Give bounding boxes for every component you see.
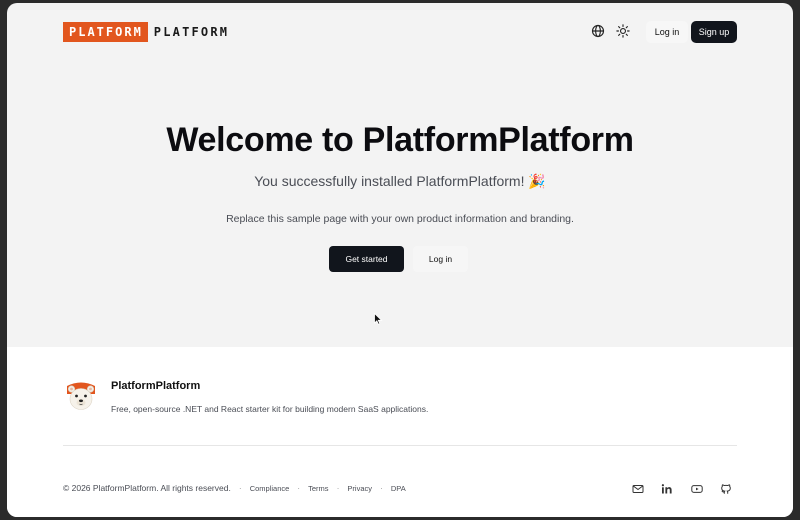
- footer-brand-name: PlatformPlatform: [111, 380, 201, 392]
- github-icon[interactable]: [720, 483, 732, 495]
- polar-bear-logo-icon: [65, 380, 97, 412]
- hero-login-button[interactable]: Log in: [413, 246, 468, 272]
- separator-dot: ·: [336, 483, 340, 493]
- brand-logo[interactable]: PLATFORM PLATFORM: [63, 22, 229, 42]
- linkedin-icon[interactable]: [661, 483, 673, 495]
- get-started-button[interactable]: Get started: [329, 246, 404, 272]
- browser-window: PLATFORM PLATFORM Log in Sign up Welcome…: [7, 3, 793, 517]
- site-footer: PlatformPlatform Free, open-source .NET …: [7, 347, 793, 517]
- youtube-icon[interactable]: [691, 483, 703, 495]
- header-login-button[interactable]: Log in: [646, 21, 688, 43]
- header-signup-button[interactable]: Sign up: [691, 21, 737, 43]
- footer-link-compliance[interactable]: Compliance: [250, 484, 290, 493]
- top-nav: PLATFORM PLATFORM Log in Sign up: [7, 3, 793, 61]
- mail-icon[interactable]: [632, 483, 644, 495]
- footer-link-privacy[interactable]: Privacy: [347, 484, 372, 493]
- footer-tagline: Free, open-source .NET and React starter…: [111, 404, 429, 414]
- sun-icon[interactable]: [616, 24, 630, 38]
- hero-subtitle: You successfully installed PlatformPlatf…: [254, 173, 546, 189]
- copyright-text: © 2026 PlatformPlatform. All rights rese…: [63, 483, 231, 493]
- mouse-cursor-icon: [374, 313, 383, 325]
- logo-wordmark: PLATFORM: [153, 25, 230, 39]
- footer-divider: [63, 445, 737, 446]
- separator-dot: ·: [238, 483, 242, 493]
- hero-description: Replace this sample page with your own p…: [226, 213, 574, 225]
- separator-dot: ·: [297, 483, 301, 493]
- globe-icon[interactable]: [591, 24, 605, 38]
- hero-title: Welcome to PlatformPlatform: [166, 121, 634, 159]
- footer-link-terms[interactable]: Terms: [308, 484, 328, 493]
- footer-legal-row: © 2026 PlatformPlatform. All rights rese…: [63, 483, 406, 493]
- separator-dot: ·: [380, 483, 383, 493]
- logo-box-text: PLATFORM: [63, 22, 148, 42]
- footer-link-dpa[interactable]: DPA: [391, 484, 406, 493]
